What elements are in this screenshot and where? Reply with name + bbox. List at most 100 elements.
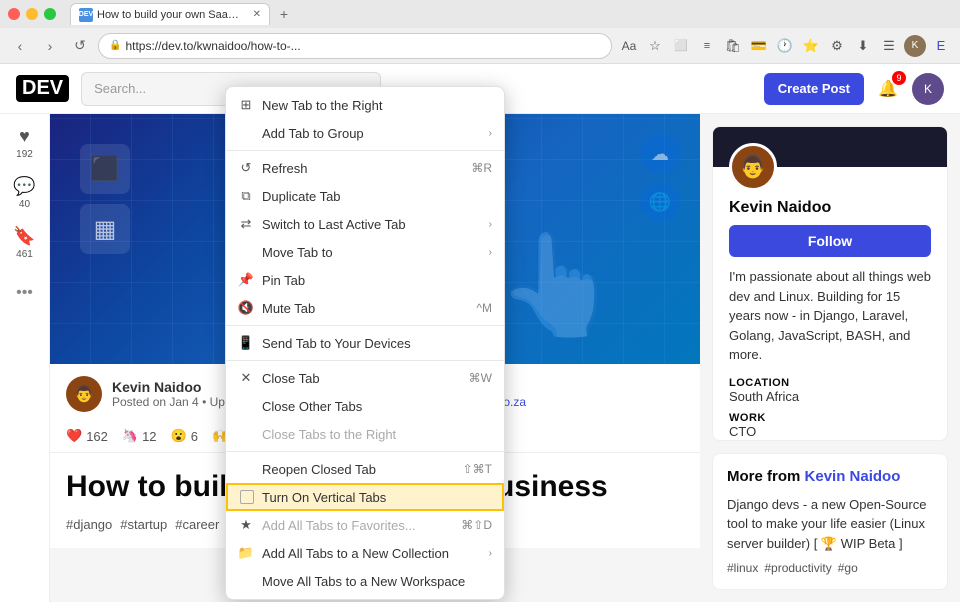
duplicate-label: Duplicate Tab xyxy=(262,189,492,204)
nav-icons: Aa ☆ ⬜ ≡ 🛍 💳 🕐 ⭐ ⚙ ⬇ ☰ K E xyxy=(618,35,952,57)
close-tab-shortcut: ⌘W xyxy=(469,371,492,385)
comment-count: 40 xyxy=(19,199,30,210)
cloud-icon: ☁ xyxy=(640,134,680,174)
settings-button[interactable]: ⚙ xyxy=(826,35,848,57)
reaction-heart[interactable]: ❤️ 162 xyxy=(66,428,108,444)
more-from-label: More from xyxy=(727,468,800,485)
sidebar-comment-item[interactable]: 💬 40 xyxy=(13,176,35,210)
reopen-closed-label: Reopen Closed Tab xyxy=(262,462,455,477)
menu-refresh[interactable]: ↺ Refresh ⌘R xyxy=(226,154,504,182)
screenshot-button[interactable]: ⬜ xyxy=(670,35,692,57)
separator-1 xyxy=(226,150,504,151)
more-tag-go[interactable]: #go xyxy=(838,561,858,575)
more-from-post-title[interactable]: Django devs - a new Open-Source tool to … xyxy=(727,495,933,554)
close-tab-icon: ✕ xyxy=(238,370,254,386)
back-button[interactable]: ‹ xyxy=(8,34,32,58)
maximize-window-button[interactable] xyxy=(44,8,56,20)
notification-badge: 9 xyxy=(892,71,906,85)
lock-icon: 🔒 xyxy=(109,40,121,51)
switch-arrow: › xyxy=(489,219,492,230)
shopping-button[interactable]: 🛍 xyxy=(722,35,744,57)
send-devices-label: Send Tab to Your Devices xyxy=(262,336,492,351)
tag-career[interactable]: #career xyxy=(175,517,219,532)
mute-shortcut: ^M xyxy=(476,301,492,315)
account-button[interactable]: K xyxy=(904,35,926,57)
mute-tab-label: Mute Tab xyxy=(262,301,468,316)
menu-close-other[interactable]: Close Other Tabs xyxy=(226,392,504,420)
menu-add-favorites: ★ Add All Tabs to Favorites... ⌘⇧D xyxy=(226,511,504,539)
menu-add-tab-group[interactable]: Add Tab to Group › xyxy=(226,119,504,147)
more-tag-linux[interactable]: #linux xyxy=(727,561,758,575)
collection-arrow: › xyxy=(489,548,492,559)
refresh-label: Refresh xyxy=(262,161,463,176)
more-tag-productivity[interactable]: #productivity xyxy=(764,561,831,575)
nav-icon-1[interactable]: Aa xyxy=(618,35,640,57)
menu-duplicate[interactable]: ⧉ Duplicate Tab xyxy=(226,182,504,210)
active-tab[interactable]: DEV How to build your own SaaS b... ✕ xyxy=(70,3,270,25)
user-avatar-button[interactable]: K xyxy=(912,73,944,105)
minimize-window-button[interactable] xyxy=(26,8,38,20)
left-sidebar: ♥ 192 💬 40 🔖 461 ••• xyxy=(0,114,50,602)
menu-close-right: Close Tabs to the Right xyxy=(226,420,504,448)
menu-mute-tab[interactable]: 🔇 Mute Tab ^M xyxy=(226,294,504,322)
menu-move-tab[interactable]: Move Tab to › xyxy=(226,238,504,266)
menu-new-workspace[interactable]: Move All Tabs to a New Workspace xyxy=(226,567,504,595)
new-tab-icon: ⊞ xyxy=(238,97,254,113)
menu-pin-tab[interactable]: 📌 Pin Tab xyxy=(226,266,504,294)
menu-reopen-closed[interactable]: Reopen Closed Tab ⇧⌘T xyxy=(226,455,504,483)
create-post-button[interactable]: Create Post xyxy=(764,73,864,105)
new-collection-label: Add All Tabs to a New Collection xyxy=(262,546,481,561)
location-item: LOCATION South Africa xyxy=(729,377,931,404)
history-button[interactable]: 🕐 xyxy=(774,35,796,57)
reaction-wow[interactable]: 😮 6 xyxy=(171,428,198,444)
menu-close-tab[interactable]: ✕ Close Tab ⌘W xyxy=(226,364,504,392)
tab-favicon: DEV xyxy=(79,8,93,22)
tag-django[interactable]: #django xyxy=(66,517,112,532)
sidebar-bookmark-item[interactable]: 🔖 461 xyxy=(13,226,35,260)
refresh-button[interactable]: ↺ xyxy=(68,34,92,58)
sidebar-toggle[interactable]: ☰ xyxy=(878,35,900,57)
header-actions: Create Post 🔔 9 K xyxy=(764,73,944,105)
menu-switch-last[interactable]: ⇄ Switch to Last Active Tab › xyxy=(226,210,504,238)
more-from-author-link[interactable]: Kevin Naidoo xyxy=(805,468,901,485)
tag-startup[interactable]: #startup xyxy=(120,517,167,532)
new-tab-right-label: New Tab to the Right xyxy=(262,98,492,113)
work-value: CTO xyxy=(729,424,931,439)
add-group-arrow: › xyxy=(489,128,492,139)
bookmark-icon: 🔖 xyxy=(13,226,35,247)
sidebar-more-icon[interactable]: ••• xyxy=(16,284,33,302)
favorites-button[interactable]: ⭐ xyxy=(800,35,822,57)
menu-new-tab-right[interactable]: ⊞ New Tab to the Right xyxy=(226,91,504,119)
separator-4 xyxy=(226,451,504,452)
more-from-title: More from Kevin Naidoo xyxy=(727,468,933,485)
heart-reaction-count: 162 xyxy=(86,429,108,444)
menu-send-devices[interactable]: 📱 Send Tab to Your Devices xyxy=(226,329,504,357)
menu-vertical-tabs[interactable]: Turn On Vertical Tabs xyxy=(226,483,504,511)
globe-icon: 🌐 xyxy=(640,182,680,222)
download-button[interactable]: ⬇ xyxy=(852,35,874,57)
url-text: https://dev.to/kwnaidoo/how-to-... xyxy=(125,39,300,53)
context-menu: ⊞ New Tab to the Right Add Tab to Group … xyxy=(225,86,505,600)
menu-new-collection[interactable]: 📁 Add All Tabs to a New Collection › xyxy=(226,539,504,567)
address-bar[interactable]: 🔒 https://dev.to/kwnaidoo/how-to-... xyxy=(98,33,612,59)
reader-button[interactable]: ≡ xyxy=(696,35,718,57)
notifications-button[interactable]: 🔔 9 xyxy=(872,73,904,105)
bookmark-count: 461 xyxy=(16,249,33,260)
database-icon: ▦ xyxy=(80,204,130,254)
new-workspace-label: Move All Tabs to a New Workspace xyxy=(262,574,492,589)
star-button[interactable]: ☆ xyxy=(644,35,666,57)
wallet-button[interactable]: 💳 xyxy=(748,35,770,57)
favorites-menu-icon: ★ xyxy=(238,517,254,533)
duplicate-icon: ⧉ xyxy=(238,188,254,204)
reaction-unicorn[interactable]: 🦄 12 xyxy=(122,428,157,444)
forward-button[interactable]: › xyxy=(38,34,62,58)
heart-emoji: ❤️ xyxy=(66,428,82,444)
extensions-button[interactable]: E xyxy=(930,35,952,57)
work-item: WORK CTO xyxy=(729,412,931,439)
tab-close-button[interactable]: ✕ xyxy=(253,9,261,20)
follow-button[interactable]: Follow xyxy=(729,225,931,257)
close-window-button[interactable] xyxy=(8,8,20,20)
new-tab-button[interactable]: + xyxy=(274,4,294,24)
sidebar-heart-item[interactable]: ♥ 192 xyxy=(16,126,33,160)
heart-count: 192 xyxy=(16,149,33,160)
